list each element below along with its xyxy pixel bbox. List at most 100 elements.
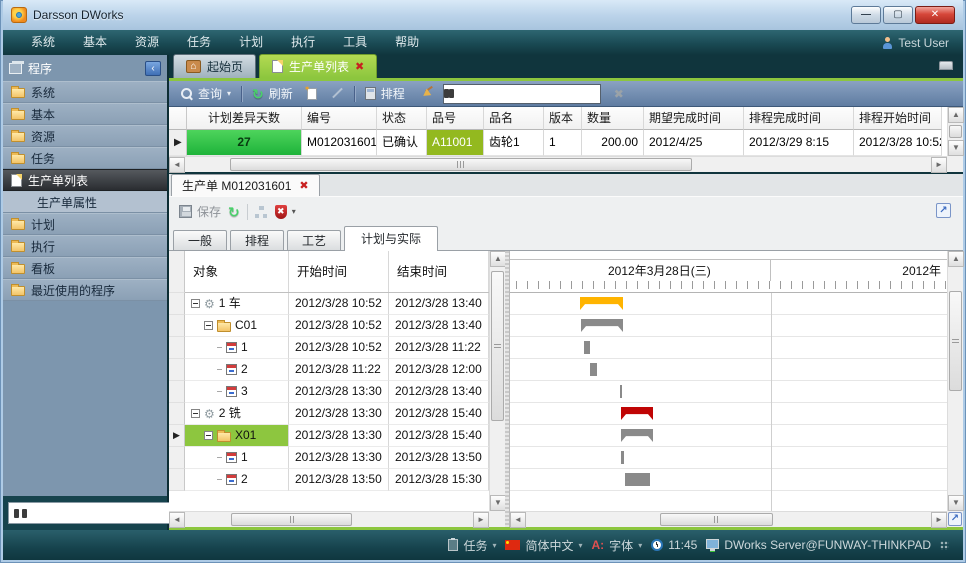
column-header-5[interactable]: 版本 [544,107,582,130]
menu-help[interactable]: 帮助 [381,30,433,55]
tree-column-header-2[interactable]: 结束时间 [389,251,489,292]
menu-task[interactable]: 任务 [173,30,225,55]
column-header-8[interactable]: 排程完成时间 [744,107,854,130]
query-dropdown-caret[interactable]: ▾ [227,89,231,98]
gantt-row-group-1-lathe[interactable] [510,293,947,315]
gantt-row-task-c01-2[interactable] [510,359,947,381]
sidebar-item-kanban[interactable]: 看板 [3,257,167,279]
save-button[interactable]: 保存 [179,203,221,220]
close-button[interactable]: ✕ [915,6,955,24]
column-header-2[interactable]: 状态 [377,107,427,130]
tree-row-task-x01-2[interactable]: 22012/3/28 13:502012/3/28 15:30 [169,469,489,491]
column-header-3[interactable]: 品号 [427,107,484,130]
scroll-down-icon[interactable]: ▼ [948,495,964,511]
subtab-schedule[interactable]: 排程 [230,230,284,251]
subtab-plan-vs-actual[interactable]: 计划与实际 [344,226,438,251]
flow-button[interactable] [255,206,268,218]
order-cell-3[interactable]: A11001 [427,130,484,156]
tree-column-header-0[interactable]: 对象 [185,251,289,292]
gantt-row-task-c01-3[interactable] [510,381,947,403]
tree-row-resource-c01[interactable]: C012012/3/28 10:522012/3/28 13:40 [169,315,489,337]
sidebar-item-basic[interactable]: 基本 [3,103,167,125]
gantt-popout-icon[interactable]: ↗ [948,512,962,526]
gantt-bar[interactable] [621,429,653,442]
tree-object-cell[interactable]: 2 [185,469,289,491]
order-cell-8[interactable]: 2012/3/29 8:15 [744,130,854,156]
tab-close-icon[interactable]: ✖ [355,60,364,73]
orders-grid-horizontal-scrollbar[interactable]: ◄ ► [169,156,947,172]
column-header-6[interactable]: 数量 [582,107,644,130]
sidebar-item-resource[interactable]: 资源 [3,125,167,147]
tree-object-cell[interactable]: 2 [185,359,289,381]
gantt-row-group-2-mill[interactable] [510,403,947,425]
pin-icon[interactable] [939,61,953,70]
tab-home[interactable]: ⌂起始页 [173,54,256,78]
gantt-row-task-x01-2[interactable] [510,469,947,491]
scroll-down-icon[interactable]: ▼ [490,495,506,511]
scroll-left-icon[interactable]: ◄ [169,157,185,173]
scroll-right-icon[interactable]: ► [931,512,947,528]
orders-grid-row[interactable]: ▶27M012031601已确认A11001齿轮11200.002012/4/2… [169,130,947,156]
column-header-0[interactable]: 计划差异天数 [187,107,302,130]
sidebar-item-task[interactable]: 任务 [3,147,167,169]
clean-button[interactable] [415,85,437,102]
toolbar-search-box[interactable]: ✖ [443,84,601,104]
refresh-button[interactable]: ↻ 刷新 [248,83,297,104]
security-dropdown-caret[interactable]: ▾ [292,207,296,216]
tree-grid-vertical-scrollbar[interactable]: ▲ ▼ [489,251,505,511]
scroll-left-icon[interactable]: ◄ [169,512,185,528]
resize-grip[interactable] [940,541,949,550]
menu-execute[interactable]: 执行 [277,30,329,55]
order-cell-6[interactable]: 200.00 [582,130,644,156]
gantt-row-resource-x01[interactable] [510,425,947,447]
query-button[interactable]: 查询 ▾ [177,83,235,104]
security-button[interactable]: ✖ ▾ [275,205,296,219]
scroll-right-icon[interactable]: ► [931,157,947,173]
tree-row-task-c01-3[interactable]: 32012/3/28 13:302012/3/28 13:40 [169,381,489,403]
gantt-bar[interactable] [621,451,624,464]
task-dropdown-caret[interactable]: ▾ [492,541,496,550]
tree-object-cell[interactable]: 1 [185,337,289,359]
gantt-bar[interactable] [625,473,650,486]
tree-expander-icon[interactable] [191,409,200,418]
sidebar-collapse-button[interactable]: ‹ [145,61,161,76]
order-cell-2[interactable]: 已确认 [377,130,427,156]
edit-button[interactable] [327,85,348,102]
new-button[interactable] [303,86,321,102]
tree-row-resource-x01[interactable]: ▶X012012/3/28 13:302012/3/28 15:40 [169,425,489,447]
sidebar-item-execute[interactable]: 执行 [3,235,167,257]
gantt-row-resource-c01[interactable] [510,315,947,337]
column-header-9[interactable]: 排程开始时间 [854,107,942,130]
gantt-bar[interactable] [590,363,597,376]
order-cell-4[interactable]: 齿轮1 [484,130,544,156]
tree-row-task-c01-2[interactable]: 22012/3/28 11:222012/3/28 12:00 [169,359,489,381]
gantt-horizontal-scrollbar[interactable]: ◄ ► [510,511,947,527]
status-language-selector[interactable]: 简体中文 ▾ [505,537,582,554]
toolbar-search-clear-icon[interactable]: ✖ [614,88,624,100]
toolbar-search-input[interactable] [454,87,609,101]
status-font-selector[interactable]: A: 字体 ▾ [592,537,643,554]
scroll-down-icon[interactable]: ▼ [948,140,964,156]
detail-tab-close-icon[interactable]: ✖ [299,179,308,192]
gantt-bar[interactable] [620,385,622,398]
orders-grid-vertical-scrollbar[interactable]: ▲ ▼ [947,107,963,156]
tree-object-cell[interactable]: X01 [185,425,289,447]
tree-expander-icon[interactable] [204,321,213,330]
order-cell-5[interactable]: 1 [544,130,582,156]
tree-column-header-1[interactable]: 开始时间 [289,251,389,292]
tree-row-task-x01-1[interactable]: 12012/3/28 13:302012/3/28 13:50 [169,447,489,469]
order-cell-9[interactable]: 2012/3/28 10:52 [854,130,942,156]
tree-object-cell[interactable]: 1 [185,447,289,469]
menu-resource[interactable]: 资源 [121,30,173,55]
sidebar-item-plan[interactable]: 计划 [3,213,167,235]
tree-row-group-2-mill[interactable]: ⚙2 铣2012/3/28 13:302012/3/28 15:40 [169,403,489,425]
order-cell-0[interactable]: 27 [187,130,302,156]
scroll-up-icon[interactable]: ▲ [948,251,964,267]
popout-icon[interactable]: ↗ [936,203,951,218]
tree-object-cell[interactable]: 3 [185,381,289,403]
gantt-bar[interactable] [621,407,653,420]
gantt-bar[interactable] [580,297,623,310]
sidebar-item-production-order-list[interactable]: 生产单列表 [3,169,167,191]
tree-expander-icon[interactable] [191,299,200,308]
menu-basic[interactable]: 基本 [69,30,121,55]
